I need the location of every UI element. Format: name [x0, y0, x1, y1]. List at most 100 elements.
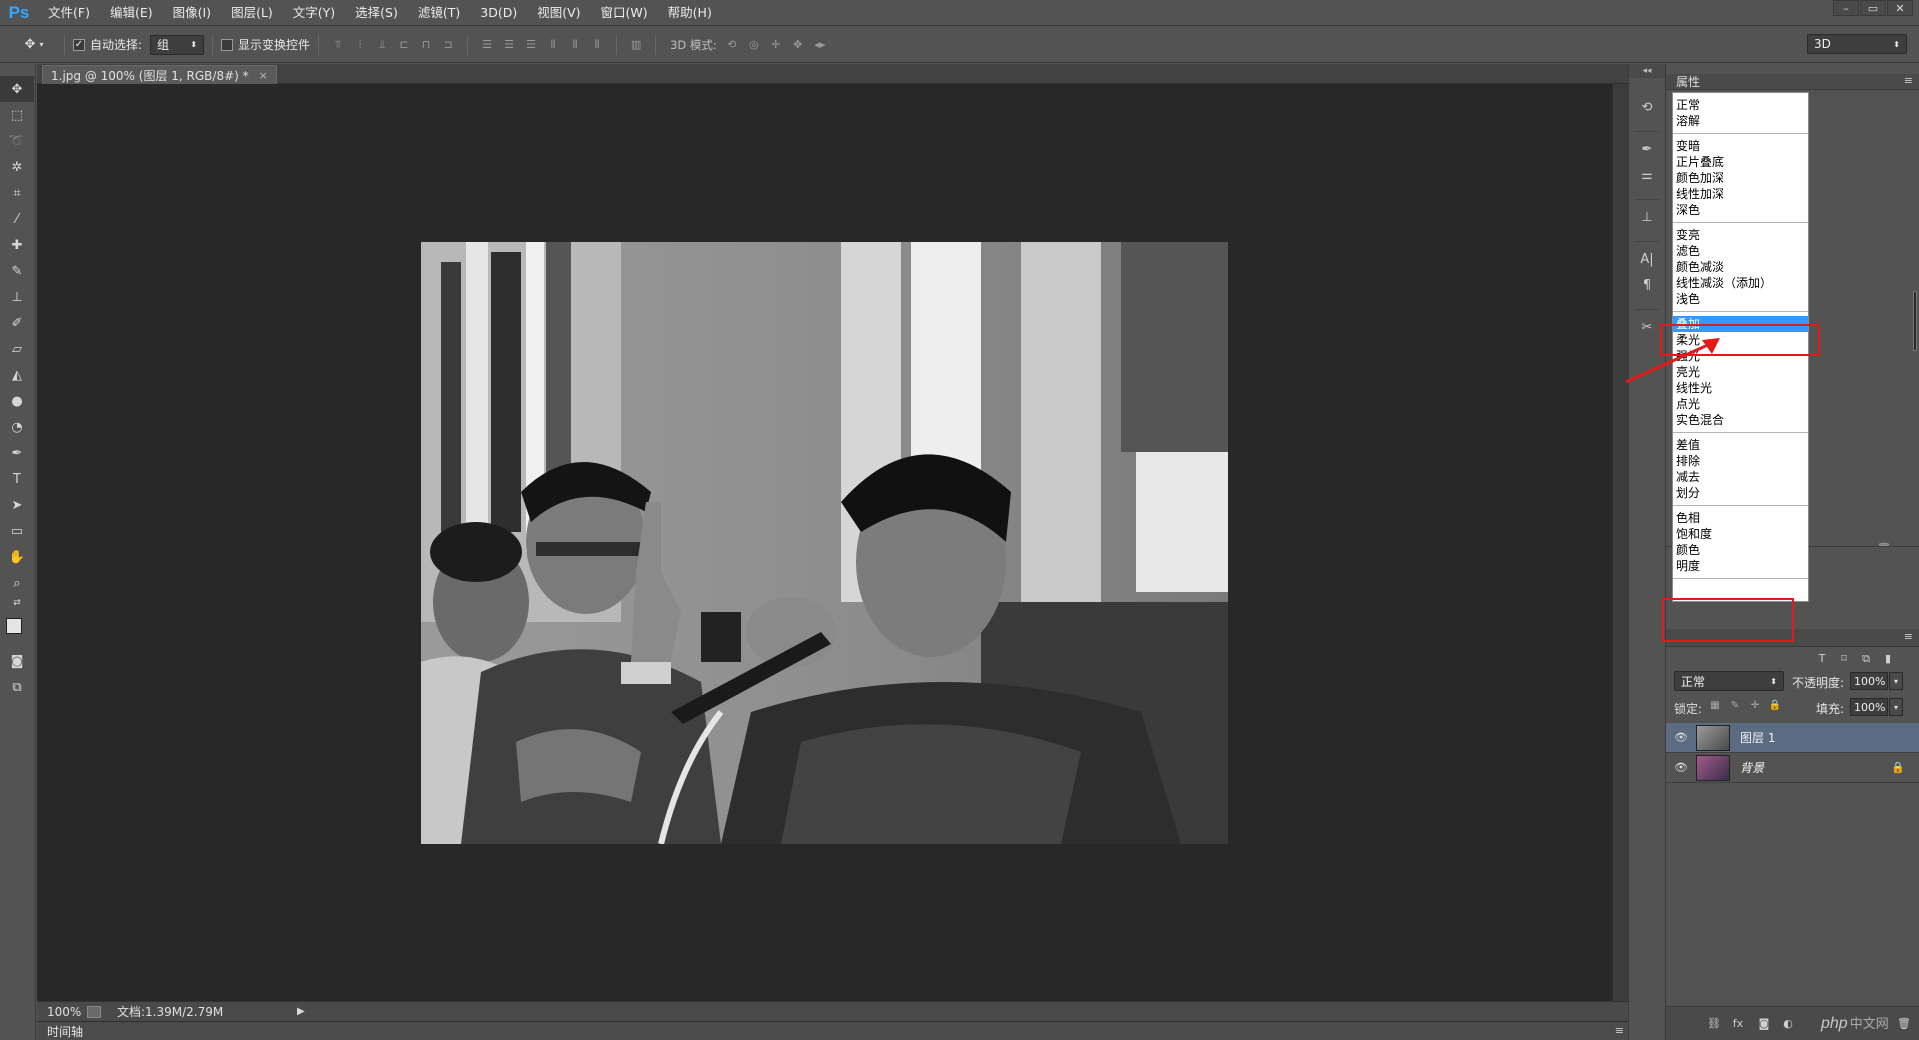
menu-image[interactable]: 图像(I)	[163, 0, 221, 26]
minimize-button[interactable]: –	[1833, 0, 1859, 16]
fill-slider-toggle[interactable]: ▾	[1889, 698, 1903, 716]
align-hcenter-icon[interactable]: ⊓	[415, 35, 437, 55]
blend-mode-option[interactable]: 颜色加深	[1673, 170, 1808, 186]
visibility-eye-icon[interactable]: 👁	[1670, 731, 1692, 744]
opacity-slider-toggle[interactable]: ▾	[1889, 672, 1903, 690]
clone-source-icon[interactable]: ⊥	[1629, 204, 1665, 230]
paragraph-panel-icon[interactable]: ¶	[1629, 272, 1665, 298]
layer-row[interactable]: 👁 背景 🔒	[1666, 753, 1919, 783]
zoom-level[interactable]: 100%	[37, 1005, 81, 1019]
menu-filter[interactable]: 滤镜(T)	[408, 0, 470, 26]
blend-mode-dropdown[interactable]: 正常 ⬍	[1674, 671, 1784, 691]
blend-mode-option[interactable]: 点光	[1673, 396, 1808, 412]
lock-transparency-icon[interactable]: ▦	[1708, 700, 1722, 714]
history-brush-tool-icon[interactable]: ✐	[0, 310, 34, 336]
collapse-arrows-icon[interactable]: ◂◂	[1629, 64, 1665, 78]
3d-pan-icon[interactable]: ✛	[765, 35, 787, 55]
fill-field[interactable]: 100%	[1850, 698, 1888, 716]
character-panel-icon[interactable]: A|	[1629, 246, 1665, 272]
auto-align-layers-icon[interactable]: ▥	[625, 35, 647, 55]
photo-canvas[interactable]	[421, 242, 1228, 844]
menu-layer[interactable]: 图层(L)	[221, 0, 283, 26]
marquee-tool-icon[interactable]: ⬚	[0, 102, 34, 128]
filter-smart-object-icon[interactable]: ⧉	[1858, 652, 1874, 666]
eraser-tool-icon[interactable]: ▱	[0, 336, 34, 362]
blend-mode-option[interactable]: 实色混合	[1673, 412, 1808, 428]
menu-window[interactable]: 窗口(W)	[591, 0, 658, 26]
magic-wand-tool-icon[interactable]: ✲	[0, 154, 34, 180]
align-left-icon[interactable]: ⊏	[393, 35, 415, 55]
distribute-vcenter-icon[interactable]: ☰	[498, 35, 520, 55]
layer-row[interactable]: 👁 图层 1	[1666, 723, 1919, 753]
canvas-area[interactable]	[37, 84, 1628, 1001]
filter-shape-icon[interactable]: ⌑	[1836, 652, 1852, 666]
type-tool-icon[interactable]: T	[0, 466, 34, 492]
3d-roll-icon[interactable]: ◎	[743, 35, 765, 55]
panel-menu-icon[interactable]: ≡	[1904, 74, 1913, 87]
workspace-dropdown[interactable]: 3D ⬍	[1807, 34, 1907, 54]
lock-pixels-icon[interactable]: ✎	[1728, 700, 1742, 714]
zoom-tool-icon[interactable]: ⌕	[0, 570, 34, 596]
move-tool-preset-picker[interactable]: ✥ ▾	[12, 31, 56, 59]
blend-mode-option[interactable]: 线性减淡（添加）	[1673, 275, 1808, 291]
filter-toggle-icon[interactable]: ▮	[1880, 652, 1896, 666]
auto-select-checkbox[interactable]: ✓ 自动选择:	[73, 36, 142, 53]
quick-mask-icon[interactable]: ◙	[0, 648, 34, 674]
clone-stamp-tool-icon[interactable]: ⊥	[0, 284, 34, 310]
blend-mode-option[interactable]: 滤色	[1673, 243, 1808, 259]
align-top-icon[interactable]: ⫪	[327, 35, 349, 55]
adjustment-layer-icon[interactable]: ◐	[1780, 1017, 1796, 1031]
distribute-right-icon[interactable]: ⦀	[586, 35, 608, 55]
blend-mode-option[interactable]: 颜色减淡	[1673, 259, 1808, 275]
status-info-icon[interactable]	[87, 1005, 101, 1018]
menu-3d[interactable]: 3D(D)	[470, 0, 527, 26]
properties-scroll-thumb[interactable]	[1913, 291, 1917, 351]
3d-slide-icon[interactable]: ✥	[787, 35, 809, 55]
timeline-panel-tab[interactable]: 时间轴 ≡	[37, 1021, 1628, 1040]
brush-tool-icon[interactable]: ✎	[0, 258, 34, 284]
fx-icon[interactable]: fx	[1730, 1017, 1746, 1031]
dodge-tool-icon[interactable]: ◔	[0, 414, 34, 440]
path-selection-tool-icon[interactable]: ➤	[0, 492, 34, 518]
blend-mode-option[interactable]: 深色	[1673, 202, 1808, 218]
close-icon[interactable]: ×	[259, 69, 268, 82]
filter-type-icon[interactable]: T	[1814, 652, 1830, 666]
blend-mode-option[interactable]: 差值	[1673, 437, 1808, 453]
restore-button[interactable]: ▭	[1860, 0, 1886, 16]
align-vcenter-icon[interactable]: ⫶	[349, 35, 371, 55]
3d-rotate-icon[interactable]: ⟲	[721, 35, 743, 55]
vertical-scrollbar[interactable]	[1612, 84, 1628, 1001]
visibility-eye-icon[interactable]: 👁	[1670, 761, 1692, 774]
menu-edit[interactable]: 编辑(E)	[100, 0, 163, 26]
blend-mode-option[interactable]: 溶解	[1673, 113, 1808, 129]
pen-tool-icon[interactable]: ✒	[0, 440, 34, 466]
auto-select-target-dropdown[interactable]: 组 ⬍	[150, 34, 205, 55]
rectangle-tool-icon[interactable]: ▭	[0, 518, 34, 544]
lock-position-icon[interactable]: ✛	[1748, 700, 1762, 714]
menu-select[interactable]: 选择(S)	[345, 0, 408, 26]
close-button[interactable]: ✕	[1887, 0, 1913, 16]
screen-mode-icon[interactable]: ⧉	[0, 674, 34, 700]
distribute-top-icon[interactable]: ☰	[476, 35, 498, 55]
move-tool-icon[interactable]: ✥	[0, 76, 34, 102]
opacity-field[interactable]: 100%	[1850, 672, 1888, 690]
blend-mode-option[interactable]: 颜色	[1673, 542, 1808, 558]
paint-bucket-tool-icon[interactable]: ◭	[0, 362, 34, 388]
history-panel-icon[interactable]: ⟲	[1629, 94, 1665, 120]
blend-mode-option[interactable]: 浅色	[1673, 291, 1808, 307]
eyedropper-tool-icon[interactable]: ⁄	[0, 206, 34, 232]
blur-tool-icon[interactable]: ●	[0, 388, 34, 414]
blend-mode-option[interactable]: 变亮	[1673, 227, 1808, 243]
menu-type[interactable]: 文字(Y)	[283, 0, 345, 26]
brush-presets-icon[interactable]: ✒	[1629, 136, 1665, 162]
menu-view[interactable]: 视图(V)	[527, 0, 590, 26]
panel-menu-icon[interactable]: ≡	[1615, 1024, 1624, 1037]
distribute-bottom-icon[interactable]: ☰	[520, 35, 542, 55]
hand-tool-icon[interactable]: ✋	[0, 544, 34, 570]
blend-mode-option[interactable]: 饱和度	[1673, 526, 1808, 542]
3d-scale-icon[interactable]: ◂▸	[809, 35, 831, 55]
document-tab[interactable]: 1.jpg @ 100% (图层 1, RGB/8#) * ×	[42, 65, 277, 84]
lasso-tool-icon[interactable]: ➰	[0, 128, 34, 154]
menu-help[interactable]: 帮助(H)	[658, 0, 722, 26]
add-mask-icon[interactable]: ◙	[1756, 1017, 1772, 1031]
